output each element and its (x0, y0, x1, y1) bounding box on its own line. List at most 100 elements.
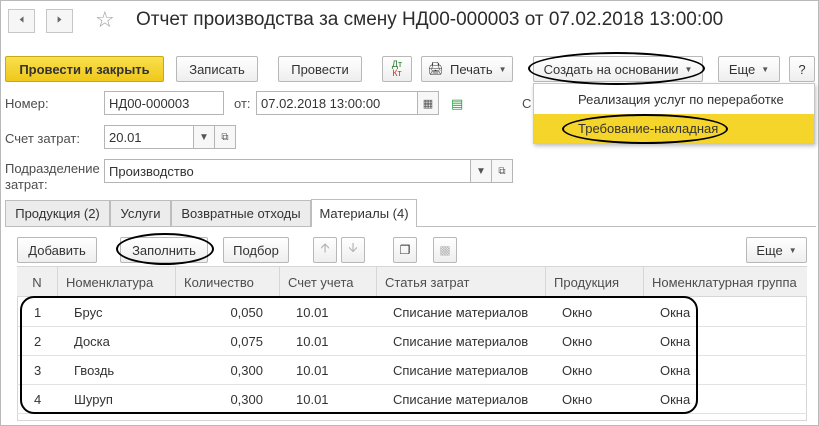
row-item: Доска (74, 334, 110, 349)
move-down-button[interactable]: 🡫 (341, 237, 365, 263)
row-number: 4 (34, 392, 42, 407)
table-row[interactable]: 2 Доска 0,075 10.01 Списание материалов … (17, 327, 807, 356)
paste-icon: ▩ (439, 243, 451, 257)
fill-button[interactable]: Заполнить (120, 237, 208, 263)
table-more-button[interactable]: Еще ▼ (746, 237, 807, 263)
division-field[interactable]: Производство (104, 159, 491, 183)
row-product: Окно (562, 363, 593, 378)
row-quantity: 0,050 (230, 305, 263, 320)
row-account: 10.01 (296, 392, 329, 407)
row-account: 10.01 (296, 334, 329, 349)
cost-account-field[interactable]: 20.01 (104, 125, 194, 149)
arrow-right-icon: 🢒 (56, 11, 63, 27)
help-button[interactable]: ? (789, 56, 815, 82)
menu-item-services-processing[interactable]: Реализация услуг по переработке (534, 85, 814, 114)
create-based-on-menu: Реализация услуг по переработке Требован… (533, 83, 815, 144)
move-up-button[interactable]: 🡩 (313, 237, 337, 263)
tab-returnable-waste[interactable]: Возвратные отходы (171, 200, 311, 226)
tab-materials[interactable]: Материалы (4) (311, 199, 417, 227)
number-field[interactable]: НД00-000003 (104, 91, 224, 115)
select-button[interactable]: Подбор (223, 237, 289, 263)
row-product: Окно (562, 305, 593, 320)
chevron-down-icon: ▼ (788, 245, 797, 255)
forward-button[interactable]: 🢒 (46, 9, 73, 33)
column-header-group[interactable]: Номенклатурная группа (643, 267, 807, 297)
tab-products[interactable]: Продукция (2) (5, 200, 110, 226)
row-cost-item: Списание материалов (393, 392, 529, 407)
column-header-quantity[interactable]: Количество (175, 267, 279, 297)
chevron-down-icon: ▼ (684, 64, 693, 74)
print-button[interactable]: 🖨 Печать ▼ (421, 56, 513, 82)
row-account: 10.01 (296, 363, 329, 378)
row-quantity: 0,300 (230, 363, 263, 378)
arrow-down-icon: 🡫 (348, 240, 358, 255)
favorite-star-icon[interactable]: ☆ (95, 8, 115, 32)
create-based-on-button[interactable]: Создать на основании ▼ (533, 56, 703, 82)
chevron-down-icon: ▼ (199, 131, 209, 143)
more-label: Еще (728, 61, 756, 77)
row-item: Гвоздь (74, 363, 115, 378)
dt-kt-button[interactable]: Дт Кт (382, 56, 412, 82)
column-header-n[interactable]: N (17, 267, 57, 297)
row-quantity: 0,300 (230, 392, 263, 407)
table-row[interactable]: 3 Гвоздь 0,300 10.01 Списание материалов… (17, 356, 807, 385)
cost-account-dropdown-button[interactable]: ▼ (193, 125, 215, 149)
chevron-down-icon: ▼ (476, 165, 486, 177)
create-based-on-label: Создать на основании (543, 61, 679, 77)
table-header: N Номенклатура Количество Счет учета Ста… (17, 266, 807, 297)
row-number: 1 (34, 305, 42, 320)
back-button[interactable]: 🢐 (8, 9, 35, 33)
table-row[interactable]: 4 Шуруп 0,300 10.01 Списание материалов … (17, 385, 807, 414)
row-cost-item: Списание материалов (393, 363, 529, 378)
chevron-down-icon: ▼ (498, 64, 507, 74)
active-tab-gap (312, 226, 416, 227)
save-button[interactable]: Записать (176, 56, 258, 82)
printer-icon: 🖨 (427, 61, 444, 76)
row-cost-item: Списание материалов (393, 305, 529, 320)
cost-account-label: Счет затрат: (5, 131, 80, 146)
document-status-icon[interactable]: ▤ (451, 96, 463, 112)
table-more-label: Еще (756, 242, 783, 258)
division-dropdown-button[interactable]: ▼ (470, 159, 492, 183)
page-title: Отчет производства за смену НД00-000003 … (136, 9, 724, 30)
post-and-close-button[interactable]: Провести и закрыть (5, 56, 164, 82)
tab-services[interactable]: Услуги (110, 200, 171, 226)
cut-off-label: С (522, 96, 532, 111)
row-number: 3 (34, 363, 42, 378)
open-icon: ⧉ (498, 165, 506, 177)
row-item: Шуруп (74, 392, 113, 407)
row-product: Окно (562, 334, 593, 349)
date-field[interactable]: 07.02.2018 13:00:00 (256, 91, 418, 115)
row-number: 2 (34, 334, 42, 349)
division-label-line1: Подразделение (5, 161, 100, 176)
post-button[interactable]: Провести (278, 56, 362, 82)
column-header-product[interactable]: Продукция (545, 267, 643, 297)
cost-account-open-button[interactable]: ⧉ (214, 125, 236, 149)
arrow-up-icon: 🡩 (320, 240, 330, 255)
table-row[interactable]: 1 Брус 0,050 10.01 Списание материалов О… (17, 298, 807, 327)
date-label: от: (234, 96, 251, 111)
column-header-item[interactable]: Номенклатура (57, 267, 175, 297)
row-group: Окна (660, 334, 691, 349)
add-button[interactable]: Добавить (17, 237, 97, 263)
row-quantity: 0,075 (230, 334, 263, 349)
row-item: Брус (74, 305, 103, 320)
calendar-icon: ▦ (422, 97, 434, 110)
division-label-line2: затрат: (5, 177, 48, 192)
column-header-account[interactable]: Счет учета (279, 267, 376, 297)
row-product: Окно (562, 392, 593, 407)
division-open-button[interactable]: ⧉ (491, 159, 513, 183)
paste-button[interactable]: ▩ (433, 237, 457, 263)
copy-button[interactable]: ❐ (393, 237, 417, 263)
print-label: Печать (450, 61, 493, 77)
arrow-left-icon: 🢐 (18, 11, 25, 27)
menu-item-requisition-invoice[interactable]: Требование-накладная (534, 114, 814, 143)
number-label: Номер: (5, 96, 49, 111)
kt-icon-part: Кт (392, 68, 402, 78)
more-button[interactable]: Еще ▼ (718, 56, 780, 82)
calendar-button[interactable]: ▦ (417, 91, 439, 115)
copy-icon: ❐ (399, 243, 411, 257)
column-header-cost-item[interactable]: Статья затрат (376, 267, 545, 297)
row-cost-item: Списание материалов (393, 334, 529, 349)
row-group: Окна (660, 305, 691, 320)
